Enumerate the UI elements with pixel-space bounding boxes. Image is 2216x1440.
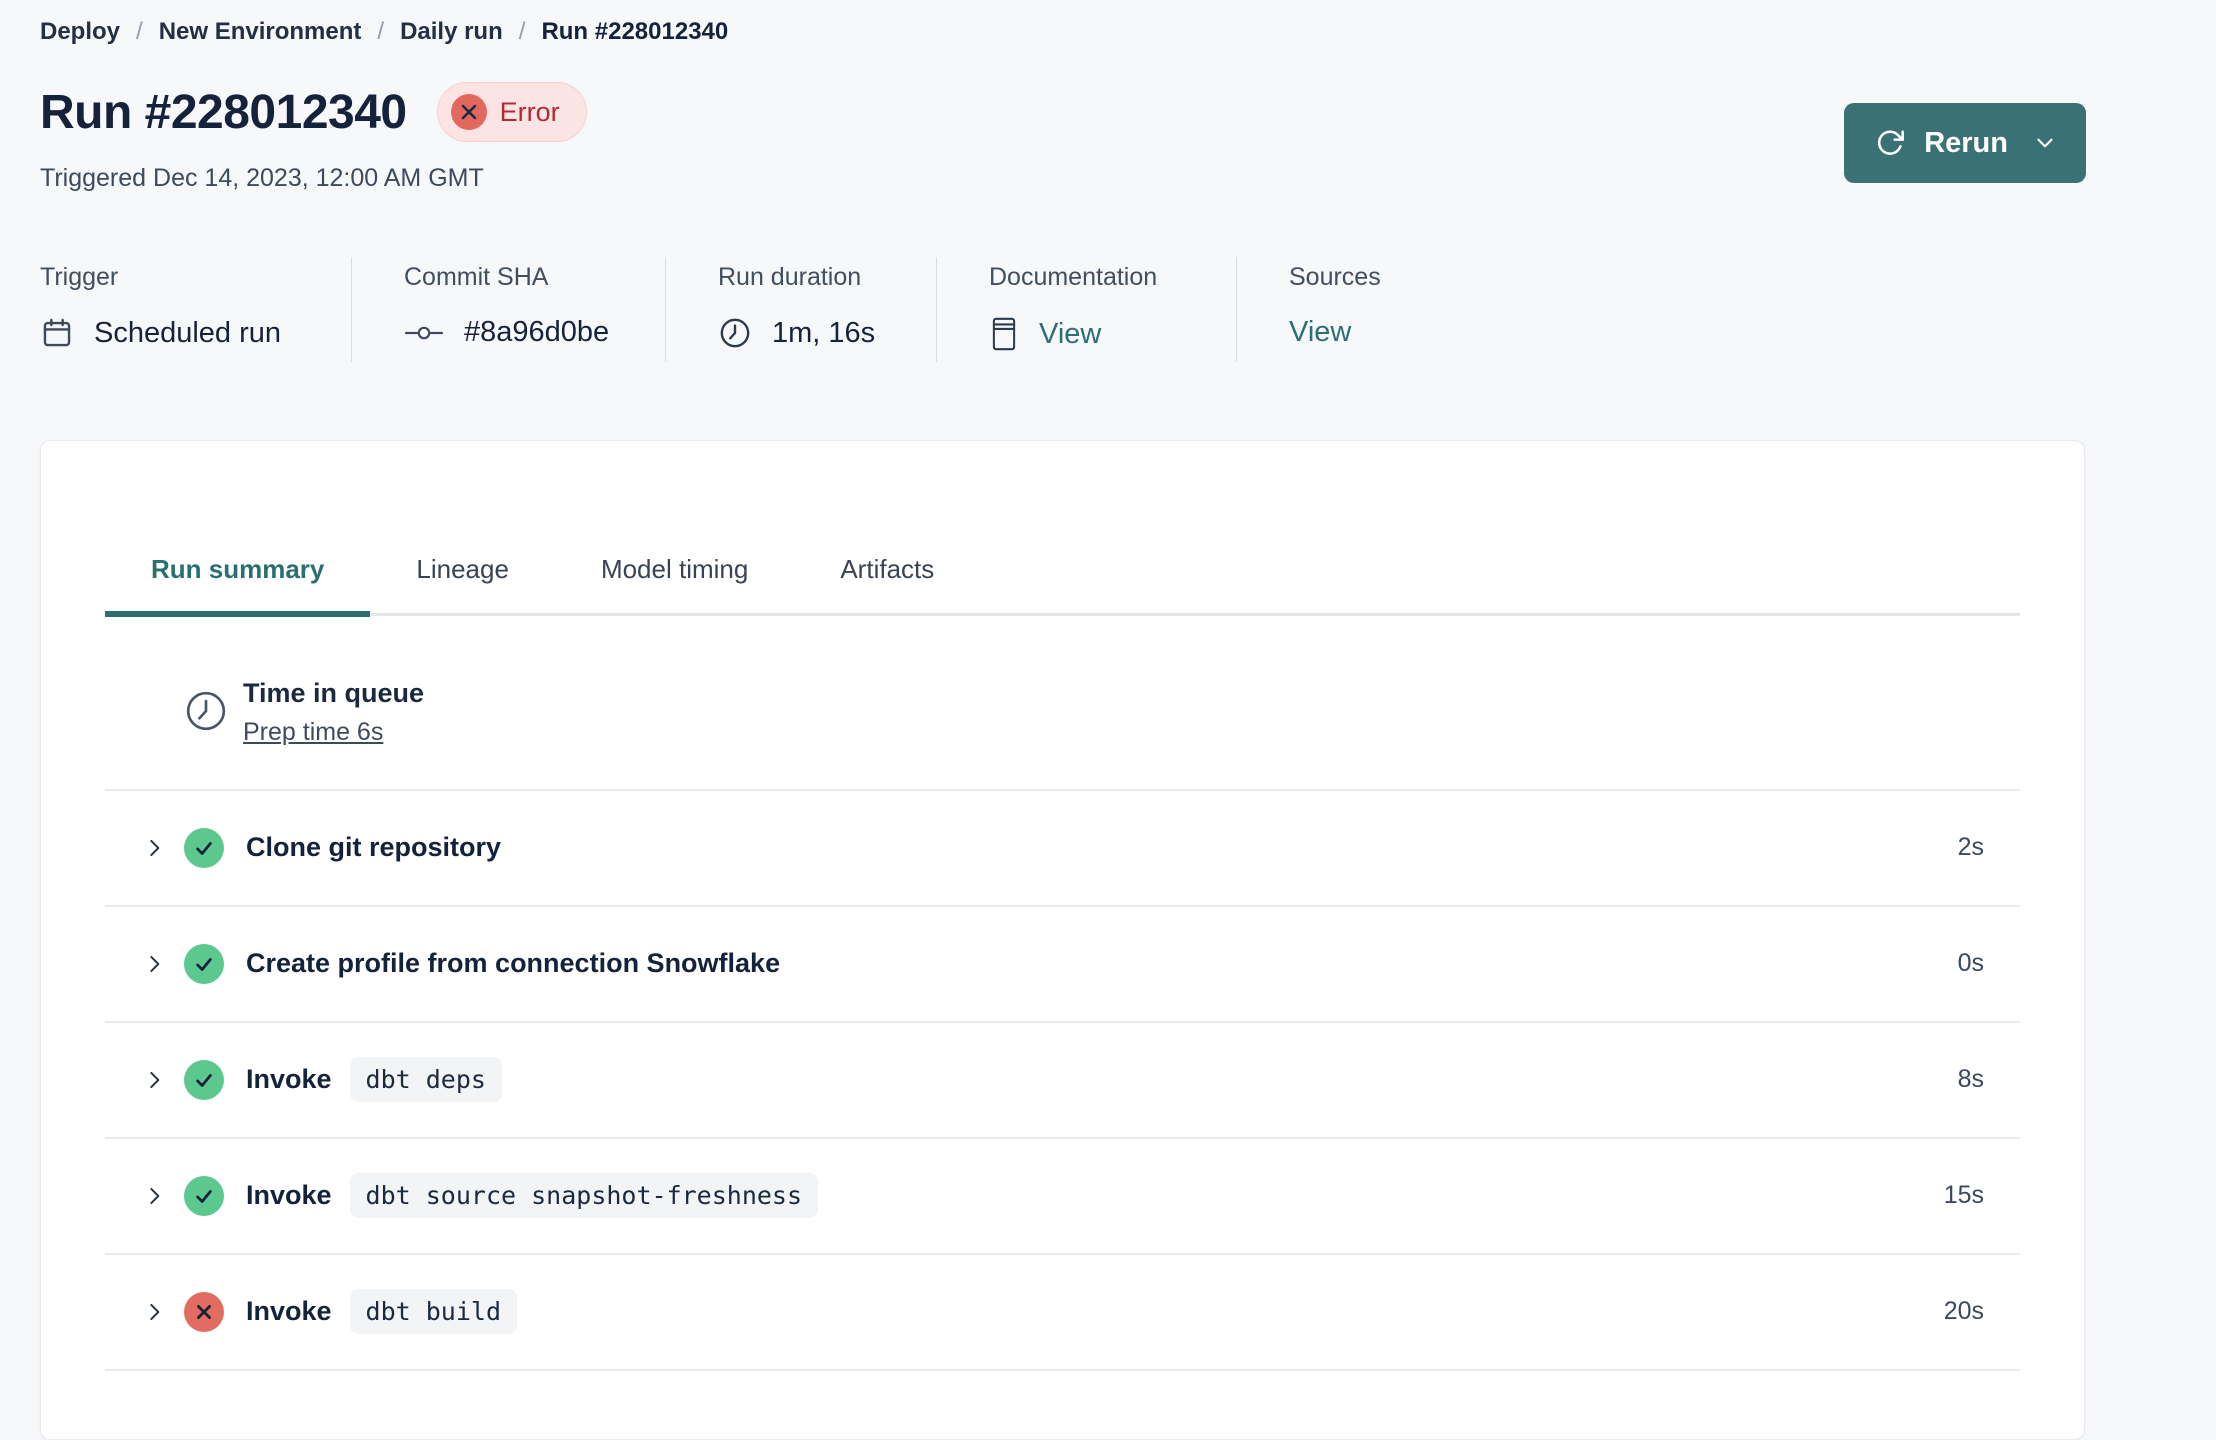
meta-trigger: Trigger Scheduled run: [40, 257, 351, 362]
chevron-right-icon[interactable]: [141, 1183, 167, 1209]
tab-bar: Run summary Lineage Model timing Artifacts: [105, 553, 2020, 617]
step-duration: 20s: [1943, 1297, 1984, 1325]
run-meta-row: Trigger Scheduled run Commit SHA #8a96d0…: [40, 257, 2086, 362]
step-label: Invoke: [246, 1064, 332, 1094]
breadcrumb-item[interactable]: New Environment: [159, 18, 362, 46]
command-chip: dbt deps: [349, 1057, 502, 1102]
breadcrumb-item[interactable]: Deploy: [40, 18, 120, 46]
meta-documentation: Documentation View: [936, 257, 1236, 362]
rerun-button-label: Rerun: [1924, 126, 2008, 159]
breadcrumb-separator: /: [136, 18, 143, 45]
triggered-timestamp: Triggered Dec 14, 2023, 12:00 AM GMT: [40, 164, 484, 192]
success-check-icon: [184, 827, 224, 868]
title-row: Run #228012340 Error: [40, 82, 2086, 142]
meta-value: Scheduled run: [40, 316, 351, 360]
command-chip: dbt source snapshot-freshness: [349, 1173, 819, 1218]
step-duration: 2s: [1957, 833, 1984, 861]
tab-run-summary[interactable]: Run summary: [105, 553, 371, 617]
tab-model-timing[interactable]: Model timing: [555, 553, 794, 617]
chevron-down-icon: [2032, 130, 2058, 156]
time-in-queue-section: Time in queue Prep time 6s: [105, 616, 2020, 791]
meta-commit-sha: Commit SHA #8a96d0be: [351, 257, 665, 362]
step-list: Clone git repository 2s Create profile f…: [105, 791, 2020, 1371]
calendar-icon: [40, 316, 74, 350]
meta-value-text: Scheduled run: [94, 316, 282, 349]
queue-clock-icon: [183, 688, 229, 734]
run-detail-page: Deploy / New Environment / Daily run / Run #22…: [0, 0, 2216, 1440]
meta-label: Sources: [1289, 263, 1381, 291]
queue-title: Time in queue: [243, 677, 425, 708]
rerun-button[interactable]: Rerun: [1844, 103, 2086, 183]
error-circle-icon: [450, 94, 487, 130]
success-check-icon: [184, 1059, 224, 1100]
meta-value: View: [989, 316, 1236, 362]
step-label: Clone git repository: [246, 832, 502, 862]
table-row: Invoke dbt deps 8s: [105, 1023, 2020, 1139]
meta-label: Documentation: [989, 263, 1158, 291]
chevron-right-icon[interactable]: [141, 1299, 167, 1325]
table-row: Create profile from connection Snowflake…: [105, 907, 2020, 1023]
git-commit-icon: [404, 322, 444, 344]
meta-value: 1m, 16s: [718, 316, 936, 360]
table-row: Invoke dbt build 20s: [105, 1255, 2020, 1371]
table-row: Clone git repository 2s: [105, 791, 2020, 907]
meta-label: Run duration: [718, 263, 862, 291]
meta-value: #8a96d0be: [404, 316, 665, 359]
meta-value-text: 1m, 16s: [772, 316, 876, 349]
meta-run-duration: Run duration 1m, 16s: [665, 257, 936, 362]
tab-artifacts[interactable]: Artifacts: [794, 553, 980, 617]
step-duration: 8s: [1957, 1065, 1984, 1093]
run-summary-card: Run summary Lineage Model timing Artifacts …: [40, 440, 2085, 1440]
prep-time-link[interactable]: Prep time 6s: [243, 718, 383, 747]
docs-icon: [989, 316, 1019, 352]
meta-label: Trigger: [40, 263, 119, 291]
status-badge: Error: [436, 82, 587, 142]
meta-value-text: #8a96d0be: [464, 316, 610, 348]
meta-label: Commit SHA: [404, 263, 549, 291]
meta-sources: Sources View: [1236, 257, 1381, 362]
status-badge-label: Error: [499, 96, 560, 127]
error-x-icon: [184, 1291, 224, 1332]
step-label: Invoke: [246, 1180, 332, 1210]
command-chip: dbt build: [349, 1289, 518, 1334]
refresh-icon: [1874, 127, 1906, 159]
chevron-right-icon[interactable]: [141, 951, 167, 977]
chevron-right-icon[interactable]: [141, 1067, 167, 1093]
success-check-icon: [184, 1175, 224, 1216]
breadcrumb-item[interactable]: Run #228012340: [541, 18, 728, 46]
page-title: Run #228012340: [40, 85, 407, 139]
step-label: Invoke: [246, 1296, 332, 1326]
step-label: Create profile from connection Snowflake: [246, 948, 781, 978]
step-duration: 0s: [1957, 949, 1984, 977]
tab-lineage[interactable]: Lineage: [370, 553, 555, 617]
table-row: Invoke dbt source snapshot-freshness 15s: [105, 1139, 2020, 1255]
success-check-icon: [184, 943, 224, 984]
breadcrumb-separator: /: [518, 18, 526, 45]
chevron-right-icon[interactable]: [141, 835, 167, 861]
meta-value: View: [1289, 316, 1381, 359]
breadcrumb-separator: /: [377, 18, 385, 45]
view-link[interactable]: View: [1039, 318, 1101, 351]
step-duration: 15s: [1943, 1181, 1984, 1209]
clock-icon: [718, 316, 752, 350]
breadcrumb-item[interactable]: Daily run: [400, 18, 503, 46]
view-link[interactable]: View: [1289, 316, 1351, 349]
breadcrumb: Deploy / New Environment / Daily run / Run #22…: [40, 0, 2086, 46]
